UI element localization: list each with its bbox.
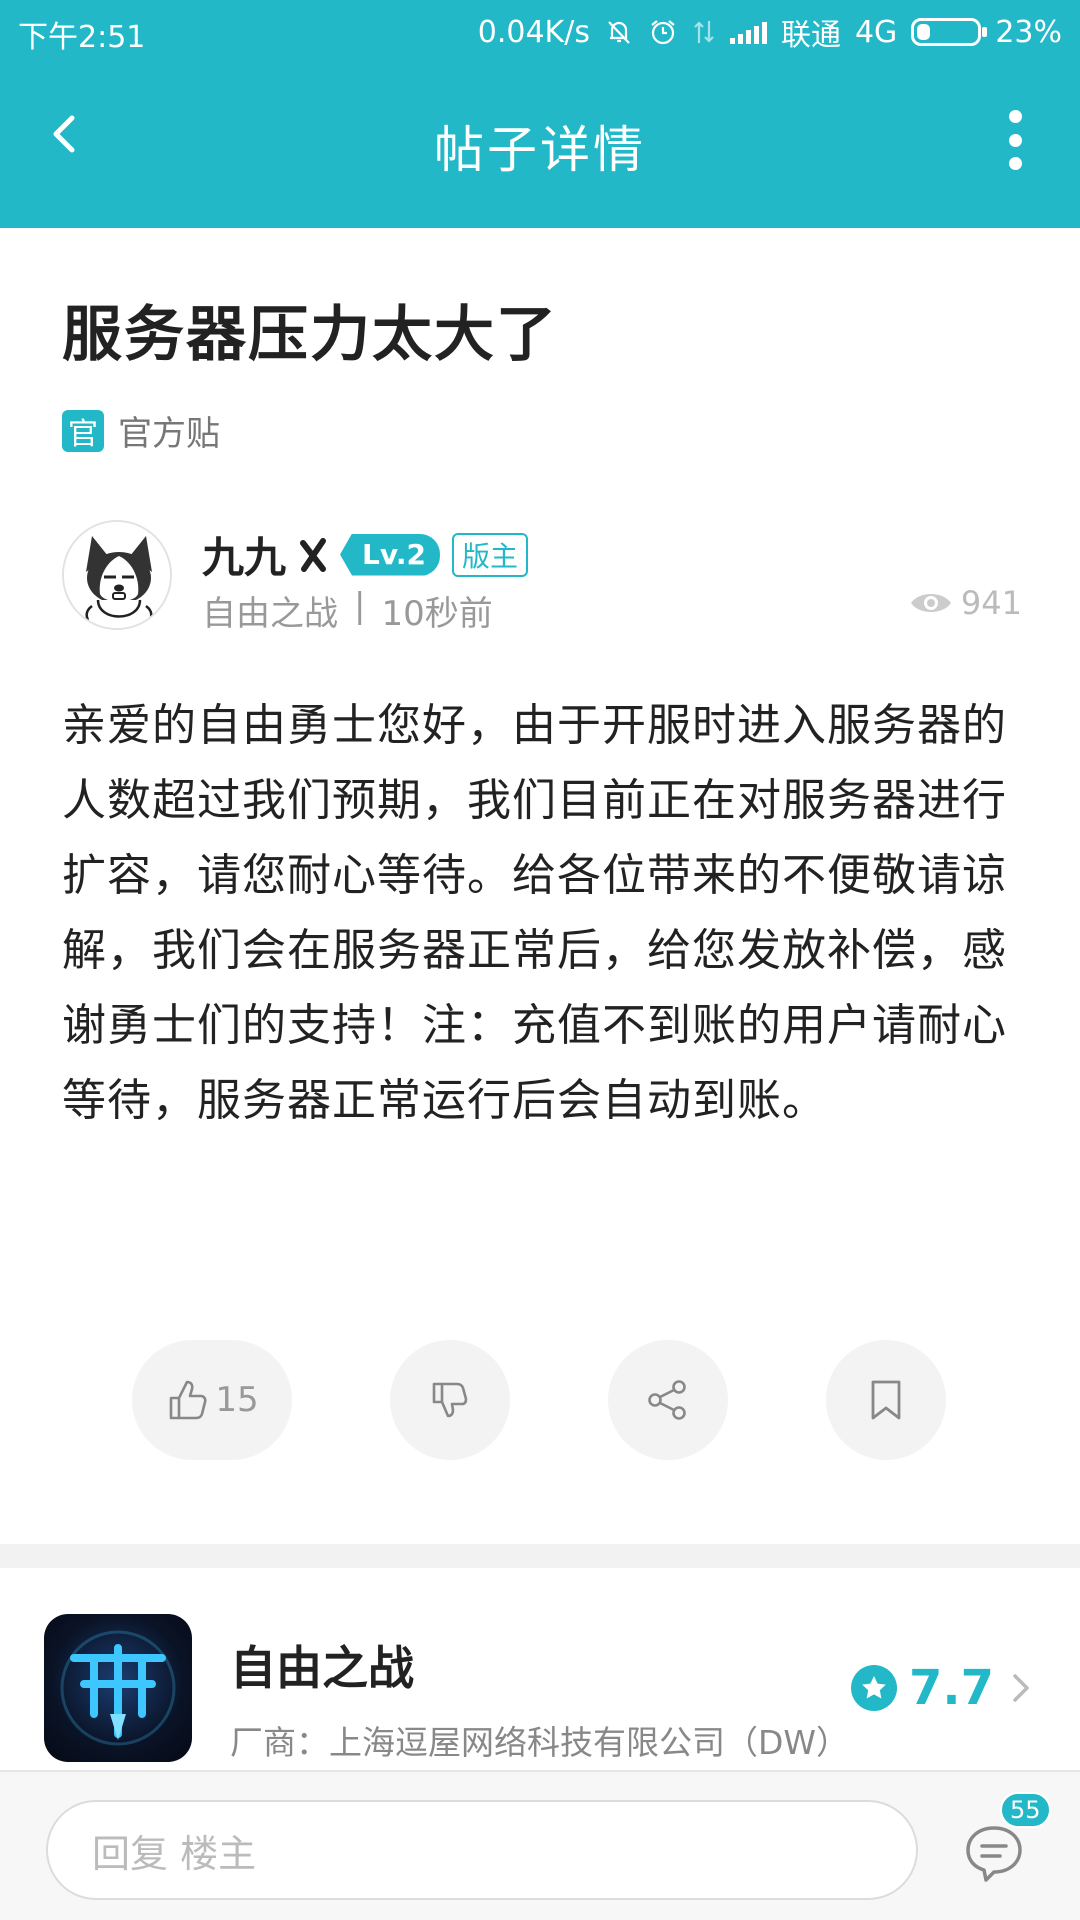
official-label: 官方贴 (118, 414, 220, 454)
game-logo-icon (60, 1630, 176, 1746)
star-icon (850, 1665, 897, 1711)
share-icon (648, 1380, 686, 1420)
game-name: 自由之战 (230, 1641, 414, 1695)
dislike-button[interactable] (390, 1340, 510, 1460)
husky-avatar-icon (64, 522, 170, 628)
thumbs-down-icon (432, 1382, 468, 1418)
reply-input[interactable]: 回复 楼主 (46, 1800, 918, 1900)
x-mark-icon (300, 537, 327, 572)
battery-icon (911, 18, 988, 46)
alarm-icon (648, 17, 678, 47)
avatar[interactable] (62, 520, 172, 630)
data-arrows-icon (692, 17, 716, 47)
bookmark-button[interactable] (826, 1340, 946, 1460)
page-title: 帖子详情 (434, 121, 646, 179)
post-body: 亲爱的自由勇士您好，由于开服时进入服务器的人数超过我们预期，我们目前正在对服务器… (62, 700, 1007, 1126)
level-badge: Lv.2 (340, 533, 440, 576)
meta-separator: | (354, 586, 366, 626)
thumbs-up-icon (170, 1380, 207, 1420)
author-name[interactable]: 九九 (202, 524, 286, 585)
post-title: 服务器压力太大了 (62, 300, 558, 370)
status-indicators: 0.04K/s 联通 4G 23% (478, 10, 1062, 54)
battery-percent: 23% (995, 14, 1062, 50)
navigation-bar: 帖子详情 (0, 62, 1080, 228)
official-post-tag: 官 官方贴 (62, 406, 220, 455)
status-time: 下午2:51 (18, 20, 146, 55)
game-vendor: 厂商：上海逗屋网络科技有限公司（DW） (230, 1723, 850, 1762)
post-actions: 15 (0, 1340, 1080, 1460)
eye-icon (910, 594, 951, 612)
status-bar: 下午2:51 0.04K/s 联通 4G 23% (0, 0, 1080, 62)
chevron-right-icon (1013, 1674, 1029, 1702)
bookmark-icon (871, 1380, 901, 1420)
reply-bar: 回复 楼主 (0, 1770, 1080, 1920)
rating-value: 7.7 (908, 1660, 994, 1716)
moderator-badge: 版主 (451, 532, 528, 577)
view-count: 941 (909, 584, 1022, 622)
app-header: 下午2:51 0.04K/s 联通 4G 23% 帖子详情 (0, 0, 1080, 228)
forum-name[interactable]: 自由之战 (202, 586, 338, 635)
game-icon (44, 1614, 192, 1762)
signal-icon (729, 20, 767, 44)
like-button[interactable]: 15 (132, 1340, 292, 1460)
game-card[interactable]: 自由之战 厂商：上海逗屋网络科技有限公司（DW） 7.7 (0, 1568, 1080, 1768)
share-button[interactable] (608, 1340, 728, 1460)
post-time: 10秒前 (381, 594, 493, 634)
mute-bell-icon (604, 17, 634, 47)
more-vertical-icon (1008, 110, 1022, 123)
author-name-row: 九九 Lv.2 版主 (202, 524, 528, 585)
official-badge: 官 (62, 409, 104, 452)
more-button[interactable] (1004, 110, 1026, 170)
carrier-name: 联通 (780, 18, 841, 53)
like-count: 15 (215, 1380, 259, 1420)
section-divider (0, 1544, 1080, 1568)
comment-count-badge: 55 (1000, 1792, 1051, 1828)
net-speed: 0.04K/s (477, 14, 590, 50)
view-count-value: 941 (960, 584, 1022, 622)
game-rating: 7.7 (850, 1660, 1036, 1716)
author-info: 九九 Lv.2 版主 自由之战 | 10秒前 941 (62, 520, 1022, 634)
author-meta: 自由之战 | 10秒前 (202, 586, 493, 635)
network-type: 4G (854, 14, 898, 50)
post-detail-screen: 下午2:51 0.04K/s 联通 4G 23% 帖子详情 服务器压力太大了 官… (0, 0, 1080, 1920)
